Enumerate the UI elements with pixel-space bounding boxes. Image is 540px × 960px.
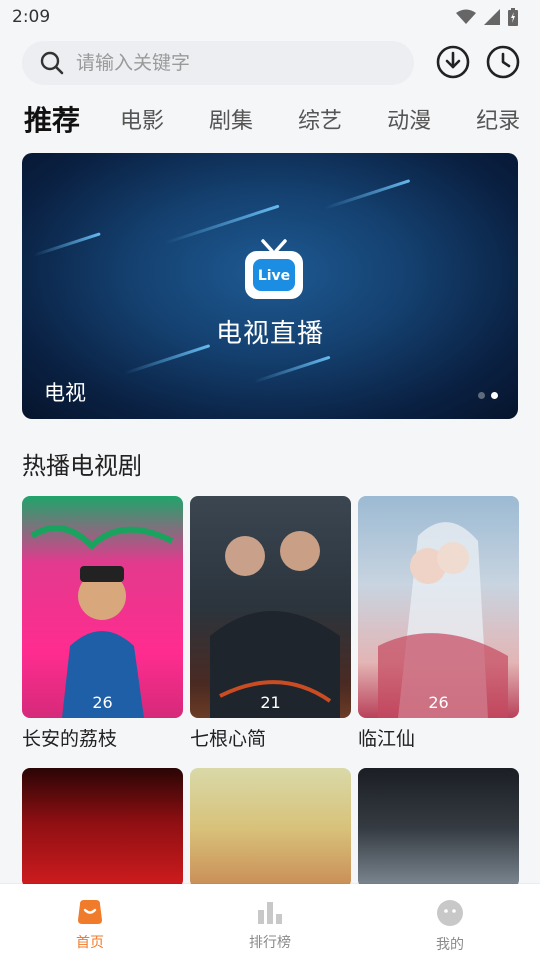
- carousel-dot: [478, 392, 485, 399]
- show-card[interactable]: 26 临江仙: [358, 496, 519, 751]
- live-tv-icon: Live: [245, 239, 303, 299]
- nav-ranking-label: 排行榜: [249, 935, 291, 951]
- category-tabs: 推荐 电影 剧集 综艺 动漫 纪录: [0, 96, 540, 142]
- poster-artwork: [30, 525, 174, 718]
- section-title: 热播电视剧: [22, 452, 142, 480]
- nav-home[interactable]: 首页: [0, 884, 180, 960]
- show-card[interactable]: [22, 768, 183, 888]
- bottom-nav: 首页 排行榜 我的: [0, 884, 540, 960]
- show-poster: [190, 768, 351, 888]
- search-row: [22, 40, 520, 86]
- show-card[interactable]: 21 七根心简: [190, 496, 351, 751]
- cell-signal-icon: [484, 9, 500, 25]
- search-box[interactable]: [22, 41, 414, 85]
- live-logo-text: Live: [258, 268, 290, 284]
- light-streak: [323, 179, 411, 210]
- carousel-dot-active: [491, 392, 498, 399]
- nav-profile-label: 我的: [436, 937, 464, 953]
- tab-recommend[interactable]: 推荐: [24, 99, 80, 139]
- status-bar: 2:09: [0, 0, 540, 34]
- show-poster: 26: [358, 496, 519, 718]
- download-icon[interactable]: [436, 45, 470, 79]
- ranking-icon: [258, 902, 282, 924]
- tab-documentary[interactable]: 纪录: [476, 103, 520, 135]
- search-icon: [40, 51, 64, 75]
- show-poster: [358, 768, 519, 888]
- tab-movies[interactable]: 电影: [120, 103, 164, 135]
- carousel-indicator: [478, 392, 498, 399]
- battery-icon: [508, 8, 518, 26]
- show-title: 临江仙: [358, 728, 416, 750]
- status-time: 2:09: [12, 7, 51, 27]
- show-poster: 21: [190, 496, 351, 718]
- episode-count: 26: [92, 693, 113, 712]
- history-icon[interactable]: [486, 45, 520, 79]
- poster-artwork: [210, 531, 340, 718]
- nav-ranking[interactable]: 排行榜: [180, 884, 360, 960]
- wifi-icon: [456, 9, 476, 24]
- tab-variety[interactable]: 综艺: [298, 103, 342, 135]
- episode-count: 26: [428, 693, 449, 712]
- status-icons: [456, 8, 518, 26]
- nav-profile[interactable]: 我的: [360, 884, 540, 960]
- show-card[interactable]: 26 长安的荔枝: [22, 496, 183, 751]
- show-card[interactable]: [190, 768, 351, 888]
- show-title: 七根心简: [190, 728, 267, 750]
- poster-artwork: [378, 522, 508, 718]
- light-streak: [33, 232, 101, 257]
- nav-home-label: 首页: [76, 935, 104, 951]
- profile-icon: [437, 900, 463, 926]
- home-icon: [78, 900, 102, 924]
- show-poster: [22, 768, 183, 888]
- show-title: 长安的荔枝: [22, 728, 118, 750]
- search-input[interactable]: [76, 52, 376, 74]
- light-streak: [253, 355, 331, 384]
- banner-caption: 电视: [44, 381, 86, 405]
- tab-series[interactable]: 剧集: [209, 103, 253, 135]
- banner-carousel[interactable]: Live 电视直播 电视: [22, 153, 518, 419]
- banner-heading: 电视直播: [215, 319, 324, 349]
- show-card[interactable]: [358, 768, 519, 888]
- show-poster: 26: [22, 496, 183, 718]
- episode-count: 21: [260, 693, 281, 712]
- tab-anime[interactable]: 动漫: [387, 103, 431, 135]
